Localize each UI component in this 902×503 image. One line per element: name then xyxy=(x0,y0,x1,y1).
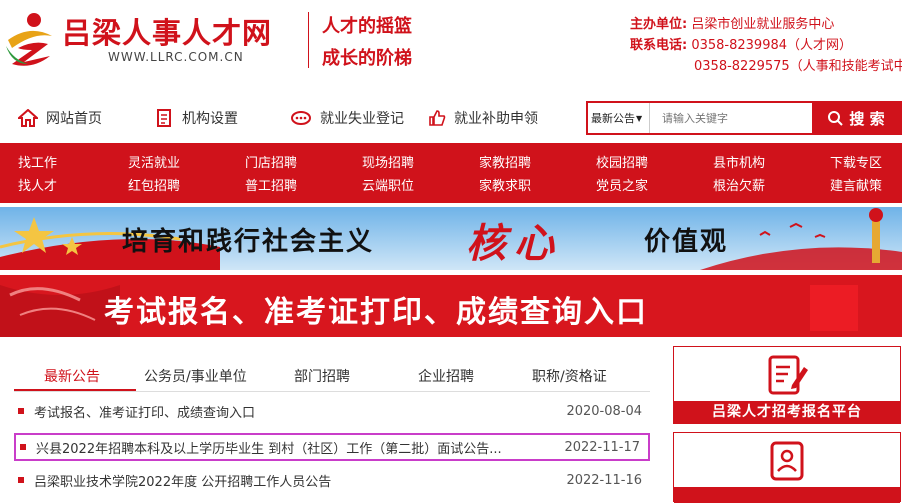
site-logo-icon[interactable] xyxy=(4,10,56,66)
core-values-banner[interactable]: 培育和践行社会主义 核心 价值观 xyxy=(0,207,902,270)
search-button-label: 搜 索 xyxy=(849,109,885,128)
toolbar-register[interactable]: 就业失业登记 xyxy=(290,98,404,138)
nav-item[interactable]: 家教招聘 xyxy=(479,152,531,171)
home-icon xyxy=(18,109,38,127)
nav-item[interactable]: 灵活就业 xyxy=(128,152,180,171)
toolbar-home[interactable]: 网站首页 xyxy=(18,98,102,138)
nav-item[interactable]: 云端职位 xyxy=(362,175,414,194)
nav-item[interactable]: 校园招聘 xyxy=(596,152,648,171)
host-label: 主办单位: xyxy=(630,17,688,32)
tab-latest[interactable]: 最新公告 xyxy=(44,366,100,386)
edit-document-icon xyxy=(768,355,808,395)
toolbar-register-label: 就业失业登记 xyxy=(320,111,404,127)
nav-item[interactable]: 县市机构 xyxy=(713,152,765,171)
nav-item[interactable]: 现场招聘 xyxy=(362,152,414,171)
id-card-icon xyxy=(770,441,804,481)
nav-item[interactable]: 找人才 xyxy=(18,175,57,194)
news-title[interactable]: 考试报名、准考证打印、成绩查询入口 xyxy=(34,402,566,421)
nav-item[interactable]: 建言献策 xyxy=(830,175,882,194)
bullet-icon xyxy=(18,477,24,483)
nav-item[interactable]: 家教求职 xyxy=(479,175,531,194)
exam-entry-banner[interactable]: 考试报名、准考证打印、成绩查询入口 xyxy=(0,275,902,337)
toolbar-org-label: 机构设置 xyxy=(182,111,238,127)
exam-platform-label: 吕梁人才招考报名平台 xyxy=(674,401,900,423)
toolbar-home-label: 网站首页 xyxy=(46,111,102,127)
nav-item[interactable]: 党员之家 xyxy=(596,175,648,194)
search-category-value: 最新公告 xyxy=(591,112,635,125)
news-item-highlighted[interactable]: 兴县2022年招聘本科及以上学历毕业生 到村（社区）工作（第二批）面试公告...… xyxy=(14,433,650,461)
news-item[interactable]: 吕梁职业技术学院2022年度 公开招聘工作人员公告 2022-11-16 xyxy=(14,468,650,492)
thumbs-up-icon xyxy=(429,110,446,126)
nav-item[interactable]: 找工作 xyxy=(18,152,57,171)
phone-label: 联系电话: xyxy=(630,38,688,53)
slogan-line2: 成长的阶梯 xyxy=(322,48,412,69)
active-tab-underline xyxy=(14,389,136,391)
search-button[interactable]: 搜 索 xyxy=(812,103,900,133)
slogan-line1: 人才的摇篮 xyxy=(322,16,412,37)
values-text-b: 核心 xyxy=(466,220,562,267)
exam-platform-card[interactable]: 吕梁人才招考报名平台 xyxy=(673,346,901,424)
toolbar-subsidy[interactable]: 就业补助申领 xyxy=(428,98,538,138)
nav-item[interactable]: 下载专区 xyxy=(830,152,882,171)
phone-1: 0358-8239984（人才网） xyxy=(691,38,853,53)
news-date: 2022-11-17 xyxy=(564,439,640,455)
search-input[interactable] xyxy=(650,103,812,133)
nav-item[interactable]: 根治欠薪 xyxy=(713,175,765,194)
site-url: WWW.LLRC.COM.CN xyxy=(108,50,244,64)
values-text-a: 培育和践行社会主义 xyxy=(122,227,375,257)
host-value: 吕梁市创业就业服务中心 xyxy=(691,17,835,32)
toolbar-subsidy-label: 就业补助申领 xyxy=(454,111,538,127)
site-title[interactable]: 吕梁人事人才网 xyxy=(62,10,272,52)
tab-civil-service[interactable]: 公务员/事业单位 xyxy=(144,366,247,386)
news-title[interactable]: 吕梁职业技术学院2022年度 公开招聘工作人员公告 xyxy=(34,471,566,490)
news-item[interactable]: 考试报名、准考证打印、成绩查询入口 2020-08-04 xyxy=(14,399,650,423)
news-date: 2022-11-16 xyxy=(566,472,642,488)
chat-icon xyxy=(291,111,311,125)
id-card-service-card[interactable] xyxy=(673,432,901,503)
exam-entry-text: 考试报名、准考证打印、成绩查询入口 xyxy=(104,295,648,330)
bullet-icon xyxy=(18,408,24,414)
chevron-down-icon: ▼ xyxy=(636,113,643,123)
search-icon xyxy=(828,111,844,126)
nav-item[interactable]: 门店招聘 xyxy=(245,152,297,171)
toolbar-org[interactable]: 机构设置 xyxy=(156,98,238,138)
phone-2: 0358-8229575（人事和技能考试中心 xyxy=(694,59,902,74)
news-tabs: 最新公告 公务员/事业单位 部门招聘 企业招聘 职称/资格证 xyxy=(14,360,650,392)
contact-info: 主办单位: 吕梁市创业就业服务中心 联系电话: 0358-8239984（人才网… xyxy=(630,14,902,77)
main-nav: 找工作 灵活就业 门店招聘 现场招聘 家教招聘 校园招聘 县市机构 下载专区 找… xyxy=(0,143,902,203)
search-box: 最新公告 ▼ 搜 索 xyxy=(586,101,902,135)
nav-item[interactable]: 普工招聘 xyxy=(245,175,297,194)
news-date: 2020-08-04 xyxy=(566,403,642,419)
site-header: 吕梁人事人才网 WWW.LLRC.COM.CN 人才的摇篮 成长的阶梯 主办单位… xyxy=(0,0,902,94)
bullet-icon xyxy=(20,444,26,450)
news-title[interactable]: 兴县2022年招聘本科及以上学历毕业生 到村（社区）工作（第二批）面试公告... xyxy=(36,438,564,457)
document-icon xyxy=(157,109,171,127)
nav-item[interactable]: 红包招聘 xyxy=(128,175,180,194)
header-divider xyxy=(308,12,309,68)
tab-department[interactable]: 部门招聘 xyxy=(294,366,350,386)
values-text-c: 价值观 xyxy=(644,227,729,257)
tab-enterprise[interactable]: 企业招聘 xyxy=(418,366,474,386)
search-category-select[interactable]: 最新公告 ▼ xyxy=(588,103,650,133)
tab-certificates[interactable]: 职称/资格证 xyxy=(532,366,607,386)
card-label-bar xyxy=(674,487,900,503)
